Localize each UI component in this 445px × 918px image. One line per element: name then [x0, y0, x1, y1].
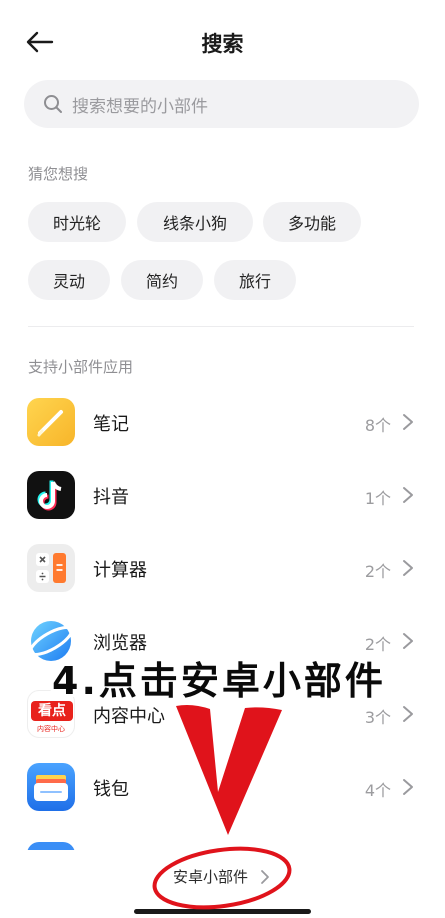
app-row-douyin[interactable]: 抖音 1个: [0, 463, 445, 527]
suggestion-chip[interactable]: 时光轮: [28, 202, 126, 242]
app-row-notes[interactable]: 笔记 8个: [0, 390, 445, 454]
home-indicator: [134, 909, 311, 914]
content-center-logo-subtext: 内容中心: [37, 725, 65, 733]
search-placeholder: 搜索想要的小部件: [72, 96, 208, 117]
tutorial-step-text: 4.点击安卓小部件: [52, 659, 386, 703]
apps-label: 支持小部件应用: [28, 358, 134, 376]
suggestion-chip[interactable]: 旅行: [214, 260, 296, 300]
chevron-right-icon: [403, 487, 413, 503]
divider: [28, 326, 414, 327]
widget-count: 8个: [364, 416, 391, 435]
suggestion-chip[interactable]: 线条小狗: [137, 202, 253, 242]
widget-count: 2个: [364, 562, 391, 581]
suggestion-chip[interactable]: 灵动: [28, 260, 110, 300]
search-icon: [44, 95, 62, 113]
header: 搜索: [0, 0, 445, 80]
suggestion-chip[interactable]: 多功能: [263, 202, 361, 242]
app-row-calculator[interactable]: 计算器 2个: [0, 536, 445, 600]
calculator-icon: [27, 544, 75, 592]
suggestions-label: 猜您想搜: [28, 165, 89, 183]
android-widgets-label: 安卓小部件: [172, 868, 248, 886]
douyin-icon: [27, 471, 75, 519]
chevron-right-icon: [403, 706, 413, 722]
suggestion-chip[interactable]: 简约: [121, 260, 203, 300]
app-name: 笔记: [93, 414, 129, 435]
app-name: 抖音: [93, 487, 129, 508]
android-widgets-link[interactable]: 安卓小部件: [0, 866, 445, 887]
app-name: 计算器: [93, 560, 147, 581]
chevron-right-icon: [261, 869, 269, 884]
chevron-right-icon: [403, 633, 413, 649]
wallet-icon: [27, 763, 75, 811]
widget-count: 1个: [364, 489, 391, 508]
chevron-right-icon: [403, 414, 413, 430]
page-title: 搜索: [201, 32, 244, 56]
chevron-right-icon: [403, 560, 413, 576]
app-name: 钱包: [93, 779, 129, 800]
notes-icon: [27, 398, 75, 446]
widget-count: 3个: [364, 708, 391, 727]
search-input[interactable]: 搜索想要的小部件: [24, 80, 419, 128]
app-name: 内容中心: [93, 706, 165, 727]
widget-count: 4个: [364, 781, 391, 800]
app-row-wallet[interactable]: 钱包 4个: [0, 755, 445, 819]
chevron-right-icon: [403, 779, 413, 795]
